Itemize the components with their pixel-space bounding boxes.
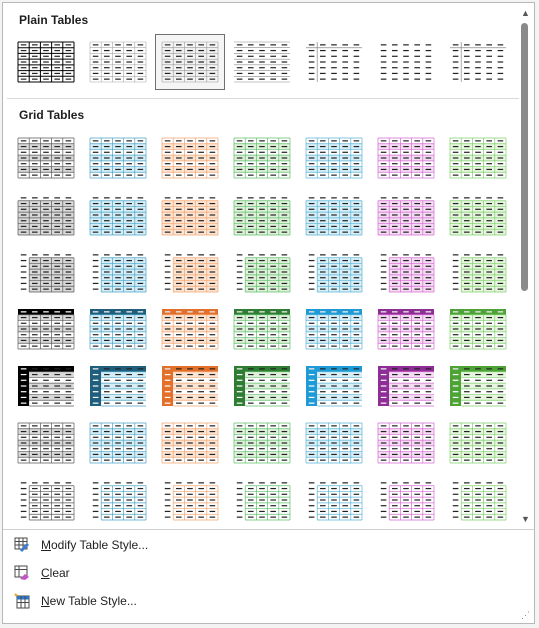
grid-table-style-1-5[interactable]	[299, 130, 369, 186]
grid-table-style-6-1[interactable]	[11, 415, 81, 471]
grid-table-style-2-4[interactable]	[227, 187, 297, 243]
table-styles-gallery: Plain Tables Grid Tables ▲ ▼ Modify Tabl…	[2, 2, 535, 624]
scrollbar-thumb[interactable]	[521, 23, 528, 291]
scroll-down-arrow-icon[interactable]: ▼	[521, 515, 530, 524]
grid-table-style-3-4[interactable]	[227, 244, 297, 300]
new-table-style-icon	[13, 592, 31, 610]
grid-table-style-5-1[interactable]	[11, 358, 81, 414]
grid-table-style-1-4[interactable]	[227, 130, 297, 186]
plain-table-style-6[interactable]	[371, 34, 441, 90]
grid-table-style-2-5[interactable]	[299, 187, 369, 243]
grid-table-style-5-2[interactable]	[83, 358, 153, 414]
new-table-style-label: New Table Style...	[41, 594, 137, 608]
grid-table-style-6-6[interactable]	[371, 415, 441, 471]
new-table-style-menu-item[interactable]: New Table Style...	[13, 589, 513, 613]
grid-table-style-6-5[interactable]	[299, 415, 369, 471]
grid-table-style-1-3[interactable]	[155, 130, 225, 186]
plain-table-style-5[interactable]	[299, 34, 369, 90]
grid-table-style-4-1[interactable]	[11, 301, 81, 357]
modify-table-style-label: Modify Table Style...	[41, 538, 149, 552]
grid-table-style-2-3[interactable]	[155, 187, 225, 243]
grid-table-style-6-2[interactable]	[83, 415, 153, 471]
section-separator	[7, 98, 519, 99]
grid-table-style-6-4[interactable]	[227, 415, 297, 471]
grid-table-style-6-7[interactable]	[443, 415, 513, 471]
clear-label: Clear	[41, 566, 70, 580]
plain-table-style-2[interactable]	[83, 34, 153, 90]
grid-table-style-2-7[interactable]	[443, 187, 513, 243]
grid-table-style-2-1[interactable]	[11, 187, 81, 243]
plain-table-style-1[interactable]	[11, 34, 81, 90]
grid-table-style-3-2[interactable]	[83, 244, 153, 300]
grid-table-style-4-2[interactable]	[83, 301, 153, 357]
modify-table-style-icon	[13, 536, 31, 554]
grid-table-style-3-3[interactable]	[155, 244, 225, 300]
resize-grip-icon[interactable]: ⋰	[521, 610, 530, 621]
grid-table-style-7-4[interactable]	[227, 472, 297, 528]
grid-table-style-4-4[interactable]	[227, 301, 297, 357]
modify-table-style-menu-item[interactable]: Modify Table Style...	[13, 533, 513, 557]
vertical-scrollbar[interactable]: ▲ ▼	[518, 5, 532, 527]
plain-table-style-3[interactable]	[155, 34, 225, 90]
grid-table-style-6-3[interactable]	[155, 415, 225, 471]
plain-table-style-4[interactable]	[227, 34, 297, 90]
grid-table-style-5-4[interactable]	[227, 358, 297, 414]
clear-eraser-icon	[13, 564, 31, 582]
grid-table-style-7-1[interactable]	[11, 472, 81, 528]
grid-table-style-7-5[interactable]	[299, 472, 369, 528]
menu-separator	[3, 529, 534, 530]
grid-table-style-2-2[interactable]	[83, 187, 153, 243]
grid-table-style-1-7[interactable]	[443, 130, 513, 186]
grid-table-style-7-6[interactable]	[371, 472, 441, 528]
grid-table-style-4-6[interactable]	[371, 301, 441, 357]
grid-table-style-3-1[interactable]	[11, 244, 81, 300]
grid-table-style-7-7[interactable]	[443, 472, 513, 528]
grid-table-style-4-7[interactable]	[443, 301, 513, 357]
grid-table-style-5-5[interactable]	[299, 358, 369, 414]
scroll-up-arrow-icon[interactable]: ▲	[521, 9, 530, 18]
grid-table-style-1-6[interactable]	[371, 130, 441, 186]
grid-table-style-1-2[interactable]	[83, 130, 153, 186]
grid-table-style-3-5[interactable]	[299, 244, 369, 300]
grid-table-style-1-1[interactable]	[11, 130, 81, 186]
grid-table-style-5-6[interactable]	[371, 358, 441, 414]
clear-menu-item[interactable]: Clear	[13, 561, 513, 585]
grid-table-style-5-7[interactable]	[443, 358, 513, 414]
section-title-grid-tables: Grid Tables	[19, 108, 85, 122]
plain-table-style-7[interactable]	[443, 34, 513, 90]
grid-table-style-3-7[interactable]	[443, 244, 513, 300]
grid-table-style-2-6[interactable]	[371, 187, 441, 243]
grid-table-style-7-2[interactable]	[83, 472, 153, 528]
grid-table-style-7-3[interactable]	[155, 472, 225, 528]
section-title-plain-tables: Plain Tables	[19, 13, 89, 27]
grid-table-style-4-3[interactable]	[155, 301, 225, 357]
grid-table-style-3-6[interactable]	[371, 244, 441, 300]
grid-table-style-5-3[interactable]	[155, 358, 225, 414]
grid-table-style-4-5[interactable]	[299, 301, 369, 357]
